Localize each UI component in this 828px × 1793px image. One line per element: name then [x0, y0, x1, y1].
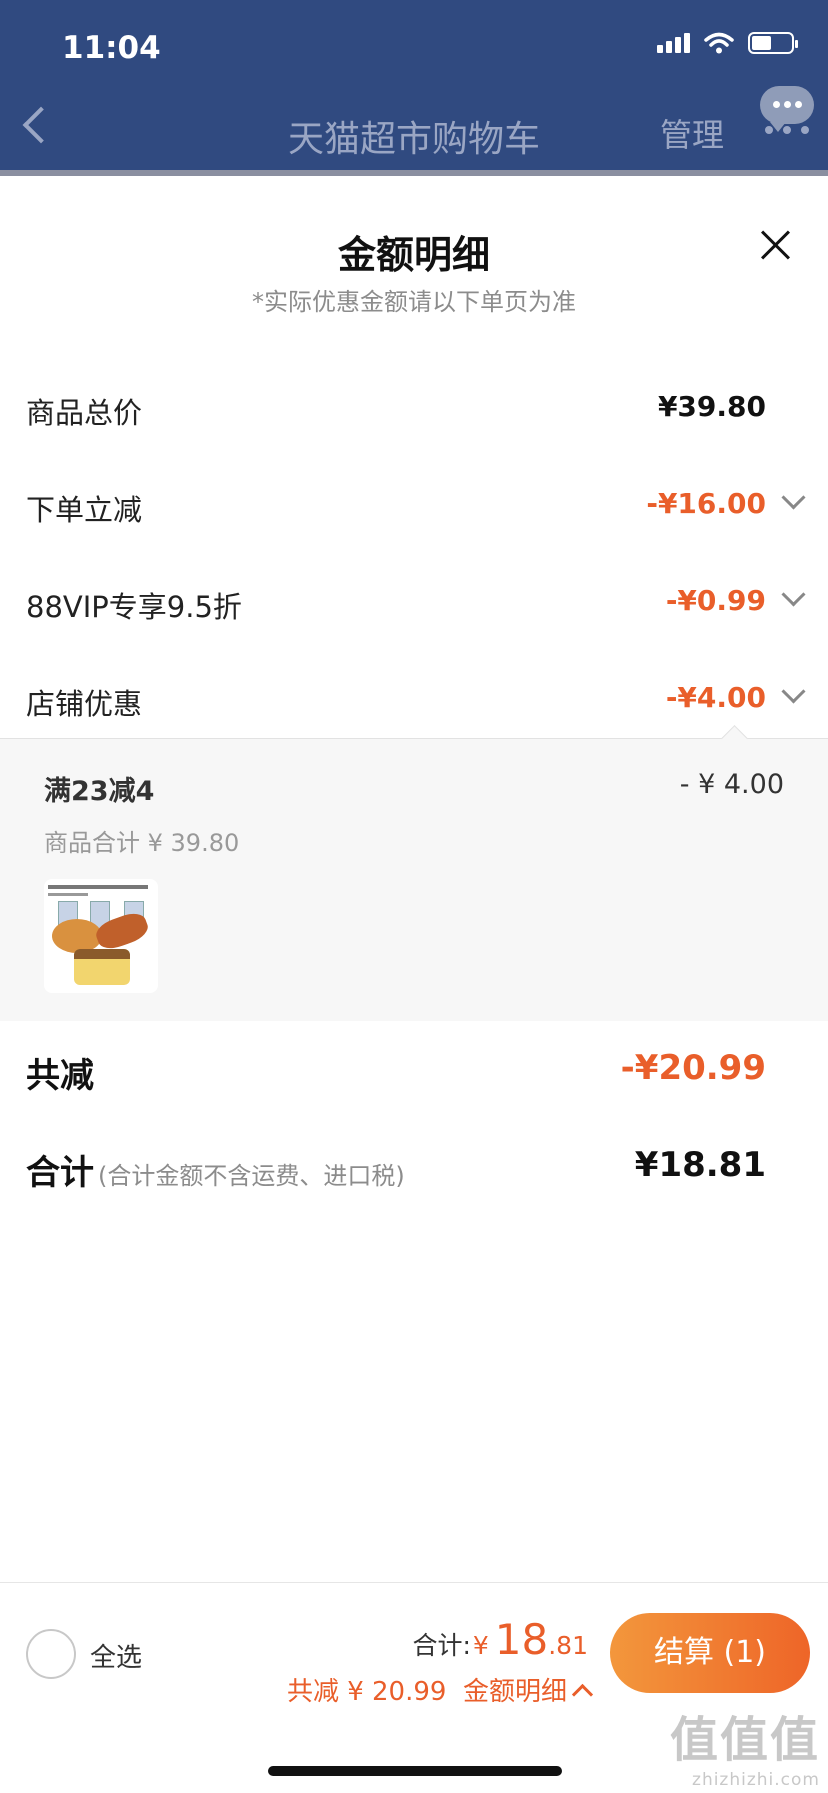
- promo-subtotal: 商品合计 ¥ 39.80: [44, 829, 240, 857]
- grand-total-label-group: 合计 (合计金额不含运费、进口税): [26, 1145, 405, 1194]
- more-icon[interactable]: [765, 126, 809, 134]
- row-vip-discount[interactable]: 88VIP专享9.5折 -¥0.99: [0, 574, 828, 634]
- store-discount-panel: 满23减4 - ¥ 4.00 商品合计 ¥ 39.80: [0, 725, 828, 1021]
- promo-title: 满23减4: [44, 776, 155, 807]
- row-value: -¥4.00: [665, 681, 766, 714]
- status-time: 11:04: [62, 30, 161, 66]
- sheet-subtitle: *实际优惠金额请以下单页为准: [252, 288, 576, 316]
- home-indicator[interactable]: [268, 1766, 562, 1776]
- row-label: 下单立减: [26, 493, 143, 527]
- row-value: -¥16.00: [646, 487, 766, 520]
- bottom-discount-text: 共减 ¥ 20.99: [286, 1677, 447, 1707]
- header-divider: [0, 170, 828, 176]
- row-label: 88VIP专享9.5折: [26, 590, 242, 624]
- row-value: -¥0.99: [665, 584, 766, 617]
- checkout-button[interactable]: 结算 (1): [610, 1613, 810, 1693]
- row-goods-total: 商品总价 ¥39.80: [0, 380, 828, 440]
- chevron-down-icon[interactable]: [781, 582, 806, 607]
- wifi-icon: [704, 32, 734, 54]
- grand-total-note: (合计金额不含运费、进口税): [98, 1162, 405, 1190]
- select-all-label[interactable]: 全选: [90, 1637, 142, 1674]
- chevron-down-icon[interactable]: [781, 679, 806, 704]
- watermark-site: zhizhizhi.com: [692, 1770, 820, 1790]
- row-label: 店铺优惠: [26, 687, 143, 721]
- row-store-discount[interactable]: 店铺优惠 -¥4.00: [0, 671, 828, 731]
- manage-button[interactable]: 管理: [660, 110, 724, 156]
- grand-total-label: 合计: [26, 1153, 94, 1193]
- status-icons: [657, 32, 798, 54]
- row-order-discount[interactable]: 下单立减 -¥16.00: [0, 477, 828, 537]
- bottom-total-label: 合计:: [412, 1631, 471, 1660]
- promo-amount: - ¥ 4.00: [679, 769, 784, 800]
- total-discount-row: 共减 -¥20.99: [0, 1048, 828, 1108]
- bottom-discount-line[interactable]: 共减 ¥ 20.99 金额明细: [286, 1671, 594, 1708]
- grand-total-row: 合计 (合计金额不含运费、进口税) ¥18.81: [0, 1145, 828, 1205]
- chevron-down-icon[interactable]: [781, 485, 806, 510]
- total-discount-label: 共减: [26, 1056, 94, 1096]
- bottom-total-int: 18: [494, 1615, 549, 1664]
- bottom-total-currency: ¥: [472, 1631, 489, 1660]
- watermark-logo: 值值值: [669, 1712, 820, 1768]
- bottom-total-dec: .81: [548, 1631, 588, 1660]
- sheet-title: 金额明细: [337, 233, 490, 277]
- chat-icon[interactable]: [760, 86, 814, 132]
- amount-detail-link[interactable]: 金额明细: [463, 1677, 567, 1707]
- row-label: 商品总价: [26, 396, 143, 430]
- product-thumbnail[interactable]: [44, 879, 158, 993]
- close-icon[interactable]: [758, 228, 792, 262]
- total-discount-value: -¥20.99: [620, 1048, 766, 1088]
- nav-header: 11:04 天猫超市购物车 管理: [0, 0, 828, 176]
- row-value: ¥39.80: [657, 390, 766, 423]
- chevron-up-icon[interactable]: [571, 1683, 594, 1706]
- signal-icon: [657, 33, 690, 53]
- grand-total-value: ¥18.81: [634, 1145, 766, 1185]
- bottom-total: 合计:¥ 18.81: [412, 1615, 588, 1664]
- watermark: 值值值 zhizhizhi.com: [670, 1700, 820, 1790]
- battery-icon: [748, 32, 798, 54]
- select-all-checkbox[interactable]: [26, 1629, 76, 1679]
